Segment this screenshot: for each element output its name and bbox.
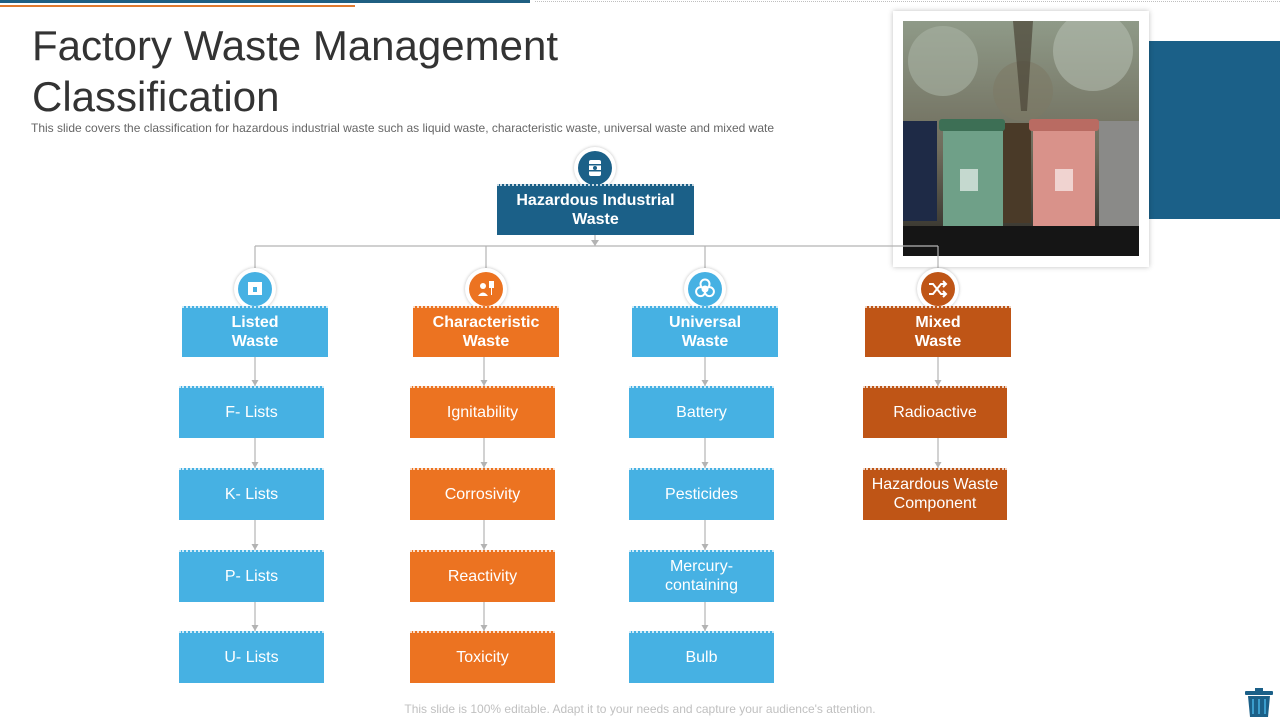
item-label: Bulb — [685, 648, 718, 666]
category-universal-waste: Universal Waste — [632, 306, 778, 357]
category-label: Characteristic Waste — [432, 313, 540, 350]
category-label: Universal Waste — [668, 313, 742, 350]
category-label: Listed Waste — [231, 313, 279, 350]
list-item: Mercury- containing — [629, 550, 774, 602]
container-icon-badge — [234, 268, 276, 310]
list-item: Bulb — [629, 631, 774, 683]
list-item: K- Lists — [179, 468, 324, 520]
category-mixed-waste: Mixed Waste — [865, 306, 1011, 357]
item-label: Mercury- containing — [665, 558, 738, 594]
trash-bin-icon — [1245, 688, 1273, 717]
list-item: Hazardous Waste Component — [863, 468, 1007, 520]
shuffle-icon — [921, 272, 955, 306]
barrel-icon-badge — [574, 147, 616, 189]
item-label: Toxicity — [456, 648, 509, 666]
item-label: F- Lists — [225, 403, 278, 421]
item-label: K- Lists — [224, 485, 279, 503]
item-label: Reactivity — [447, 567, 518, 585]
category-listed-waste: Listed Waste — [182, 306, 328, 357]
item-label: Radioactive — [893, 403, 977, 421]
root-node: Hazardous Industrial Waste — [497, 184, 694, 235]
list-item: F- Lists — [179, 386, 324, 438]
item-label: Pesticides — [665, 485, 738, 503]
barrel-icon — [578, 151, 612, 185]
item-label: U- Lists — [224, 648, 279, 666]
item-label: Battery — [676, 403, 727, 421]
list-item: U- Lists — [179, 631, 324, 683]
item-label: Ignitability — [446, 403, 519, 421]
root-node-label: Hazardous Industrial Waste — [516, 191, 675, 228]
footer-note: This slide is 100% editable. Adapt it to… — [404, 702, 876, 716]
item-label: Corrosivity — [444, 485, 521, 503]
worker-icon-badge — [465, 268, 507, 310]
list-item: Ignitability — [410, 386, 555, 438]
list-item: P- Lists — [179, 550, 324, 602]
shuffle-icon-badge — [917, 268, 959, 310]
category-label: Mixed Waste — [914, 313, 962, 350]
item-label: Hazardous Waste Component — [871, 476, 999, 512]
biohazard-icon-badge — [684, 268, 726, 310]
list-item: Battery — [629, 386, 774, 438]
biohazard-icon — [688, 272, 722, 306]
worker-icon — [469, 272, 503, 306]
list-item: Toxicity — [410, 631, 555, 683]
item-label: P- Lists — [224, 567, 279, 585]
list-item: Pesticides — [629, 468, 774, 520]
category-characteristic-waste: Characteristic Waste — [413, 306, 559, 357]
list-item: Corrosivity — [410, 468, 555, 520]
container-icon — [238, 272, 272, 306]
list-item: Reactivity — [410, 550, 555, 602]
connector-lines — [251, 234, 942, 631]
list-item: Radioactive — [863, 386, 1007, 438]
